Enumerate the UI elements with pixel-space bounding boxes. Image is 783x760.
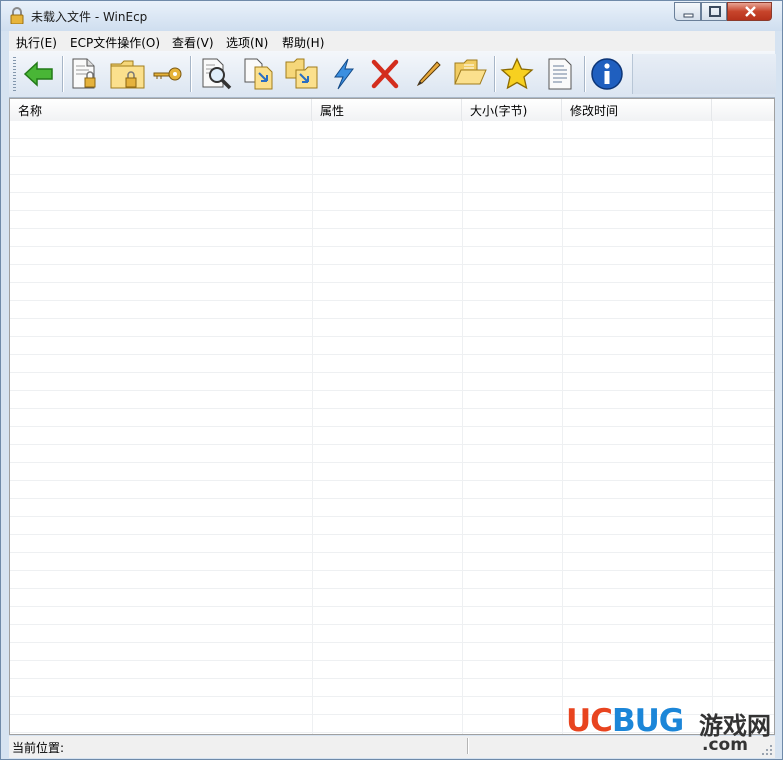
favorite-button[interactable] [499,56,535,92]
view-file-button[interactable] [199,56,235,92]
minimize-button[interactable] [674,2,701,21]
move-folder-icon [285,58,318,89]
toolbar [9,51,776,98]
current-location-label: 当前位置: [12,741,65,755]
column-divider [712,121,713,734]
copy-file-button[interactable] [242,56,278,92]
toolbar-separator [584,56,586,92]
about-button[interactable] [589,56,625,92]
window-title: 未载入文件 - WinEcp [31,10,148,24]
watermark-logo: UCBUG 游戏网 .com [566,703,776,755]
search-document-icon [202,58,232,90]
toolbar-separator [494,56,496,92]
pencil-icon [416,61,441,87]
list-rows[interactable] [10,121,774,734]
encrypt-file-button[interactable] [67,56,103,92]
toolbar-empty-area [632,54,776,94]
copy-document-icon [244,58,273,90]
delete-icon [371,59,399,89]
toolbar-separator [62,56,64,92]
open-folder-button[interactable] [452,56,488,92]
open-folder-icon [454,59,487,85]
watermark-brand: UCBUG [566,703,684,739]
toolbar-grip[interactable] [13,57,16,91]
properties-button[interactable] [542,56,578,92]
watermark-com: .com [702,735,748,755]
column-divider [462,121,463,734]
column-divider [562,121,563,734]
column-header-size[interactable]: 大小(字节) [462,99,562,121]
quick-action-button[interactable] [326,56,362,92]
status-separator [467,738,469,754]
lock-document-icon [72,58,96,89]
menu-bar: 执行(E) ECP文件操作(O) 查看(V) 选项(N) 帮助(H) [9,31,775,51]
menu-ecp-file[interactable]: ECP文件操作(O) [70,34,160,51]
column-header-name[interactable]: 名称 [10,99,312,121]
menu-view[interactable]: 查看(V) [172,34,214,51]
menu-execute[interactable]: 执行(E) [16,34,57,51]
toolbar-separator [190,56,192,92]
menu-help[interactable]: 帮助(H) [282,34,324,51]
lightning-icon [334,58,354,90]
menu-options[interactable]: 选项(N) [226,34,268,51]
title-bar[interactable]: 未载入文件 - WinEcp [1,1,782,31]
info-icon [591,58,623,90]
close-icon [745,6,756,17]
star-icon [500,57,534,90]
rename-button[interactable] [410,56,446,92]
app-window: 未载入文件 - WinEcp 执行(E) ECP文件操作(O) 查看(V) 选项… [0,0,783,760]
column-divider [312,121,313,734]
encrypt-folder-button[interactable] [109,56,145,92]
key-icon [153,67,182,81]
column-header-attributes[interactable]: 属性 [312,99,462,121]
maximize-button[interactable] [701,2,727,21]
key-button[interactable] [150,56,186,92]
column-header-modified[interactable]: 修改时间 [562,99,712,121]
close-button[interactable] [727,2,772,21]
list-header: 名称 属性 大小(字节) 修改时间 [10,99,774,122]
back-button[interactable] [21,56,57,92]
lock-app-icon [10,7,24,24]
back-arrow-icon [23,61,53,87]
minimize-icon [683,13,694,18]
delete-button[interactable] [367,56,403,92]
watermark-bug: BUG [611,703,684,739]
move-file-button[interactable] [284,56,320,92]
file-list[interactable]: 名称 属性 大小(字节) 修改时间 [9,98,775,735]
watermark-uc: UC [566,703,613,739]
maximize-icon [709,6,721,17]
text-document-icon [548,58,572,90]
lock-folder-icon [110,60,145,89]
